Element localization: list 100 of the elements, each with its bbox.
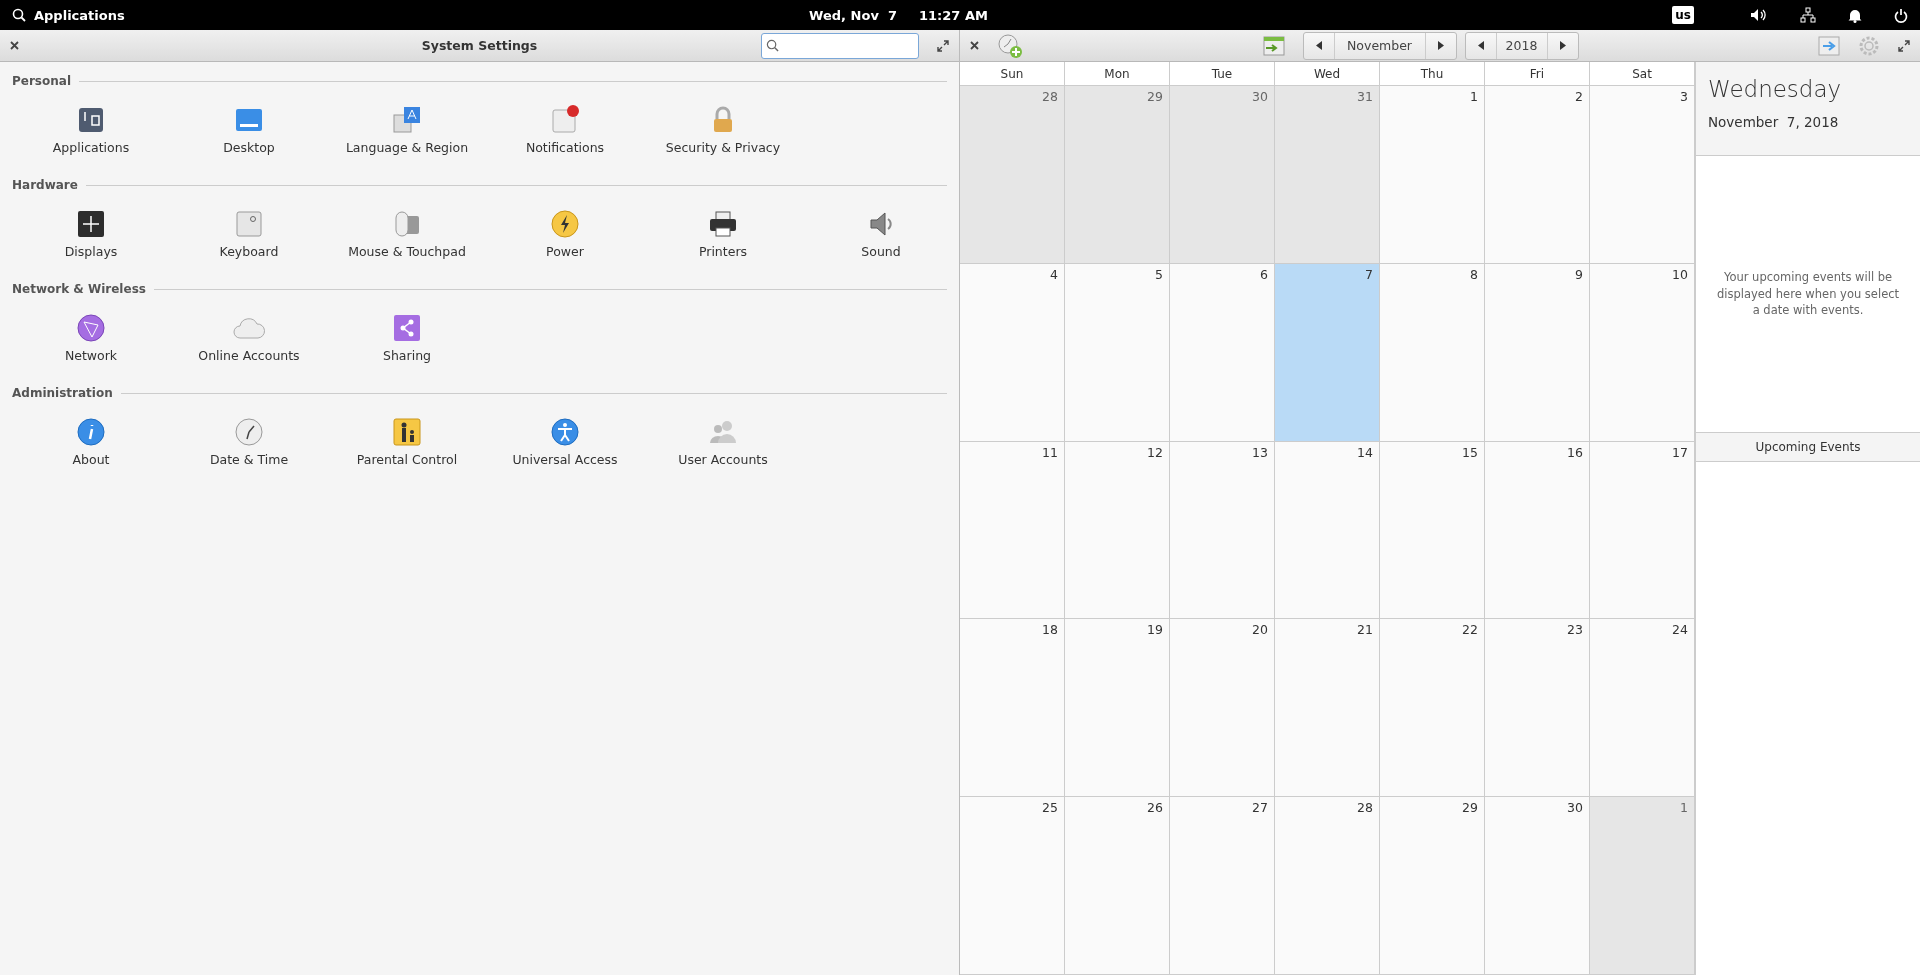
- notification-icon: [549, 104, 581, 136]
- settings-item[interactable]: Notifications: [486, 104, 644, 166]
- day-cell[interactable]: 11: [960, 441, 1065, 620]
- section-heading: Personal: [12, 74, 71, 88]
- day-cell[interactable]: 23: [1485, 619, 1590, 798]
- section-heading: Administration: [12, 386, 113, 400]
- settings-item[interactable]: Power: [486, 208, 644, 270]
- network-icon[interactable]: [1800, 7, 1816, 23]
- applications-menu[interactable]: Applications: [34, 7, 125, 23]
- today-button[interactable]: [1262, 34, 1285, 57]
- day-cell[interactable]: 12: [1065, 441, 1170, 620]
- weekday-heading: Fri: [1485, 62, 1590, 86]
- weekday-heading: Sat: [1590, 62, 1695, 86]
- keyboard-layout-indicator[interactable]: us: [1672, 6, 1694, 24]
- caret-left-icon: [1477, 41, 1484, 50]
- settings-item[interactable]: Date & Time: [170, 416, 328, 478]
- day-cell[interactable]: 14: [1275, 441, 1380, 620]
- section-heading: Hardware: [12, 178, 78, 192]
- day-cell[interactable]: 5: [1065, 263, 1170, 442]
- settings-item[interactable]: About: [12, 416, 170, 478]
- caret-left-icon: [1315, 41, 1322, 50]
- bell-icon[interactable]: [1848, 7, 1862, 23]
- year-label: 2018: [1495, 32, 1548, 59]
- maximize-button[interactable]: [1898, 39, 1910, 52]
- display-icon: [75, 208, 107, 240]
- close-button[interactable]: [970, 41, 979, 50]
- accessibility-icon: [549, 416, 581, 448]
- day-cell[interactable]: 25: [960, 797, 1065, 975]
- day-cell[interactable]: 28: [1275, 797, 1380, 975]
- language-icon: [391, 104, 423, 136]
- panel-time[interactable]: 11:27 AM: [918, 7, 988, 23]
- settings-item[interactable]: Keyboard: [170, 208, 328, 270]
- info-icon: [75, 416, 107, 448]
- day-cell[interactable]: 31: [1275, 86, 1380, 264]
- settings-item[interactable]: Sharing: [328, 312, 486, 374]
- day-cell[interactable]: 2: [1485, 86, 1590, 264]
- settings-item[interactable]: Displays: [12, 208, 170, 270]
- day-cell[interactable]: 24: [1590, 619, 1695, 798]
- close-button[interactable]: [10, 41, 19, 50]
- window-title: System Settings: [421, 38, 538, 53]
- weekday-heading: Sun: [960, 62, 1065, 86]
- weekday-heading: Wed: [1275, 62, 1380, 86]
- settings-item[interactable]: Printers: [644, 208, 802, 270]
- day-cell[interactable]: 26: [1065, 797, 1170, 975]
- caret-right-icon: [1559, 41, 1566, 50]
- power-icon[interactable]: [1894, 7, 1908, 23]
- settings-item[interactable]: Mouse & Touchpad: [328, 208, 486, 270]
- empty-events-message: Your upcoming events will be displayed here when you select a date with events.: [1715, 269, 1901, 319]
- day-cell[interactable]: 17: [1590, 441, 1695, 620]
- day-cell[interactable]: 13: [1170, 441, 1275, 620]
- day-cell[interactable]: 15: [1380, 441, 1485, 620]
- maximize-button[interactable]: [937, 39, 949, 52]
- settings-item[interactable]: Desktop: [170, 104, 328, 166]
- search-icon: [12, 8, 26, 22]
- settings-item[interactable]: Network: [12, 312, 170, 374]
- day-cell[interactable]: 22: [1380, 619, 1485, 798]
- day-cell[interactable]: 9: [1485, 263, 1590, 442]
- day-cell[interactable]: 1: [1380, 86, 1485, 264]
- day-cell[interactable]: 6: [1170, 263, 1275, 442]
- globe-icon: [75, 312, 107, 344]
- settings-item[interactable]: User Accounts: [644, 416, 802, 478]
- search-icon: [766, 39, 779, 52]
- weekday-heading: Mon: [1065, 62, 1170, 86]
- settings-item[interactable]: Sound: [802, 208, 960, 270]
- section-heading: Network & Wireless: [12, 282, 146, 296]
- day-cell[interactable]: 30: [1170, 86, 1275, 264]
- keyboard-icon: [233, 208, 265, 240]
- day-cell[interactable]: 3: [1590, 86, 1695, 264]
- day-cell[interactable]: 1: [1590, 797, 1695, 975]
- settings-item[interactable]: Parental Control: [328, 416, 486, 478]
- panel-date[interactable]: Wed, Nov 7: [809, 7, 897, 23]
- day-cell[interactable]: 20: [1170, 619, 1275, 798]
- day-cell[interactable]: 10: [1590, 263, 1695, 442]
- day-cell[interactable]: 30: [1485, 797, 1590, 975]
- settings-item[interactable]: Security & Privacy: [644, 104, 802, 166]
- settings-item[interactable]: Language & Region: [328, 104, 486, 166]
- selected-weekday: Wednesday: [1708, 76, 1843, 102]
- day-cell[interactable]: 16: [1485, 441, 1590, 620]
- selected-date: November 7, 2018: [1708, 114, 1840, 130]
- month-label: November: [1333, 32, 1426, 59]
- lightning-icon: [549, 208, 581, 240]
- day-cell[interactable]: 18: [960, 619, 1065, 798]
- day-cell[interactable]: 27: [1170, 797, 1275, 975]
- day-cell[interactable]: 29: [1380, 797, 1485, 975]
- day-cell[interactable]: 19: [1065, 619, 1170, 798]
- day-cell[interactable]: 28: [960, 86, 1065, 264]
- settings-item[interactable]: Online Accounts: [170, 312, 328, 374]
- search-field[interactable]: [761, 32, 919, 59]
- day-cell[interactable]: 8: [1380, 263, 1485, 442]
- day-cell[interactable]: 7: [1275, 263, 1380, 442]
- settings-item[interactable]: Universal Access: [486, 416, 644, 478]
- upcoming-events-heading: Upcoming Events: [1696, 432, 1920, 462]
- share-icon: [391, 312, 423, 344]
- day-cell[interactable]: 21: [1275, 619, 1380, 798]
- day-cell[interactable]: 4: [960, 263, 1065, 442]
- volume-icon[interactable]: [1750, 8, 1768, 22]
- weekday-heading: Thu: [1380, 62, 1485, 86]
- settings-item[interactable]: Applications: [12, 104, 170, 166]
- parent-child-icon: [391, 416, 423, 448]
- day-cell[interactable]: 29: [1065, 86, 1170, 264]
